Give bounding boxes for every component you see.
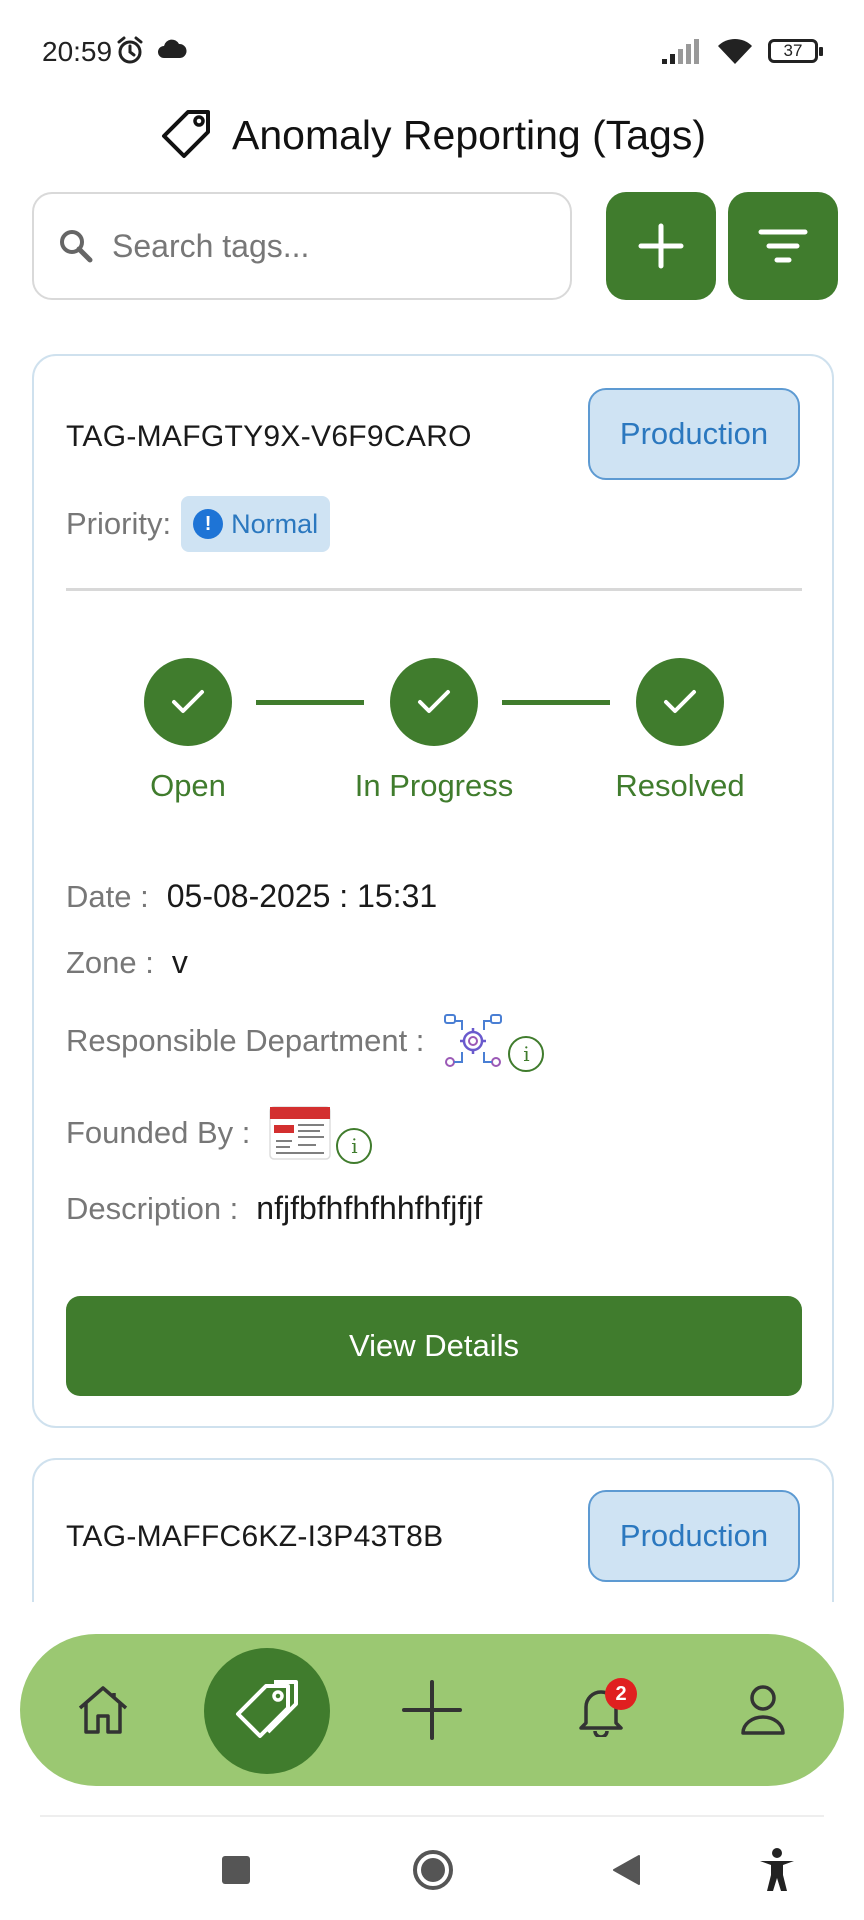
search-box[interactable] bbox=[32, 192, 572, 300]
step-open-circle bbox=[144, 658, 232, 746]
search-icon bbox=[60, 230, 93, 263]
tag-icon bbox=[162, 110, 210, 158]
step-resolved-circle bbox=[636, 658, 724, 746]
tag-icon bbox=[236, 1680, 298, 1738]
date-value: 05-08-2025 : 15:31 bbox=[166, 878, 438, 914]
department-gear-network-icon bbox=[444, 1014, 503, 1067]
filter-button[interactable] bbox=[728, 192, 838, 300]
back-button[interactable] bbox=[606, 1830, 646, 1910]
zone-label: Zone : bbox=[66, 944, 154, 980]
responsible-department-row: Responsible Department : i bbox=[66, 1010, 545, 1072]
description-label: Description : bbox=[66, 1190, 239, 1226]
plus-icon bbox=[402, 1680, 462, 1740]
date-row: Date : 05-08-2025 : 15:31 bbox=[66, 878, 437, 915]
card-clip: TAG-MAFFC6KZ-I3P43T8B Production bbox=[0, 1450, 864, 1602]
founder-info-icon[interactable]: i bbox=[336, 1128, 373, 1164]
nav-profile[interactable] bbox=[703, 1634, 823, 1786]
recents-button[interactable] bbox=[214, 1830, 258, 1910]
step-connector bbox=[502, 700, 610, 705]
add-tag-button[interactable] bbox=[606, 192, 716, 300]
department-badge: Production bbox=[588, 1490, 800, 1582]
search-input[interactable] bbox=[112, 227, 532, 265]
step-in-progress-circle bbox=[390, 658, 478, 746]
back-triangle-icon bbox=[613, 1855, 640, 1885]
wifi-icon bbox=[718, 38, 752, 64]
founded-by-row: Founded By : i bbox=[66, 1102, 373, 1164]
nav-add[interactable] bbox=[372, 1634, 492, 1786]
home-icon bbox=[78, 1686, 128, 1734]
step-connector bbox=[256, 700, 364, 705]
nav-tags-active[interactable] bbox=[204, 1648, 330, 1774]
page-title: Anomaly Reporting (Tags) bbox=[232, 111, 706, 158]
status-right-icons: 37 bbox=[660, 36, 823, 66]
system-nav-bar bbox=[0, 1830, 864, 1910]
priority-label: Priority: bbox=[66, 506, 172, 541]
zone-row: Zone : v bbox=[66, 944, 188, 981]
nav-notifications[interactable]: 2 bbox=[541, 1634, 661, 1786]
step-label-in-progress: In Progress bbox=[354, 768, 514, 803]
signal-icon bbox=[662, 39, 699, 64]
notification-badge: 2 bbox=[605, 1678, 637, 1710]
exclamation-icon: ! bbox=[193, 509, 224, 539]
filter-icon bbox=[758, 229, 808, 263]
priority-row: Priority: ! Normal bbox=[66, 496, 331, 552]
status-time: 20:59 bbox=[42, 36, 113, 67]
accessibility-button[interactable] bbox=[752, 1830, 802, 1910]
bottom-nav: 2 bbox=[20, 1634, 844, 1786]
responsible-department-label: Responsible Department : bbox=[66, 1023, 425, 1058]
tag-id: TAG-MAFFC6KZ-I3P43T8B bbox=[66, 1520, 444, 1553]
founded-by-label: Founded By : bbox=[66, 1115, 251, 1150]
plus-icon bbox=[638, 223, 684, 269]
tag-card: TAG-MAFFC6KZ-I3P43T8B Production bbox=[32, 1458, 834, 1602]
system-nav-divider bbox=[40, 1815, 824, 1817]
date-label: Date : bbox=[66, 878, 149, 914]
cloud-icon bbox=[158, 39, 187, 58]
home-circle-icon bbox=[413, 1850, 453, 1890]
check-icon bbox=[172, 690, 204, 713]
view-details-button[interactable]: View Details bbox=[66, 1296, 802, 1396]
department-info-icon[interactable]: i bbox=[508, 1036, 545, 1072]
step-label-open: Open bbox=[150, 768, 226, 803]
app-screen: 20:59 37 Anomaly Reporting (Tags) Search… bbox=[0, 0, 864, 1920]
card-divider bbox=[66, 588, 802, 591]
department-badge: Production bbox=[588, 388, 800, 480]
tag-id: TAG-MAFGTY9X-V6F9CARO bbox=[66, 420, 472, 453]
zone-value: v bbox=[171, 944, 188, 980]
description-value: nfjfbfhfhfhhfhfjfjf bbox=[256, 1190, 483, 1226]
tag-card: TAG-MAFGTY9X-V6F9CARO Production Priorit… bbox=[32, 354, 834, 1428]
check-icon bbox=[418, 690, 450, 713]
description-row: Description : nfjfbfhfhfhhfhfjfjf bbox=[66, 1190, 482, 1227]
status-bar: 20:59 37 bbox=[0, 0, 864, 100]
priority-chip: ! Normal bbox=[181, 496, 331, 552]
recents-square-icon bbox=[222, 1856, 250, 1884]
step-label-resolved: Resolved bbox=[615, 768, 745, 803]
home-button[interactable] bbox=[410, 1830, 456, 1910]
accessibility-icon bbox=[760, 1848, 794, 1891]
alarm-icon bbox=[117, 36, 143, 64]
page-header: Anomaly Reporting (Tags) bbox=[0, 100, 864, 170]
nav-home[interactable] bbox=[43, 1634, 163, 1786]
user-icon bbox=[741, 1685, 785, 1735]
founder-id-card-icon bbox=[269, 1106, 332, 1160]
battery-icon: 37 bbox=[768, 39, 823, 63]
status-left-icons bbox=[114, 34, 188, 66]
check-icon bbox=[664, 690, 696, 713]
priority-value: Normal bbox=[231, 508, 319, 539]
